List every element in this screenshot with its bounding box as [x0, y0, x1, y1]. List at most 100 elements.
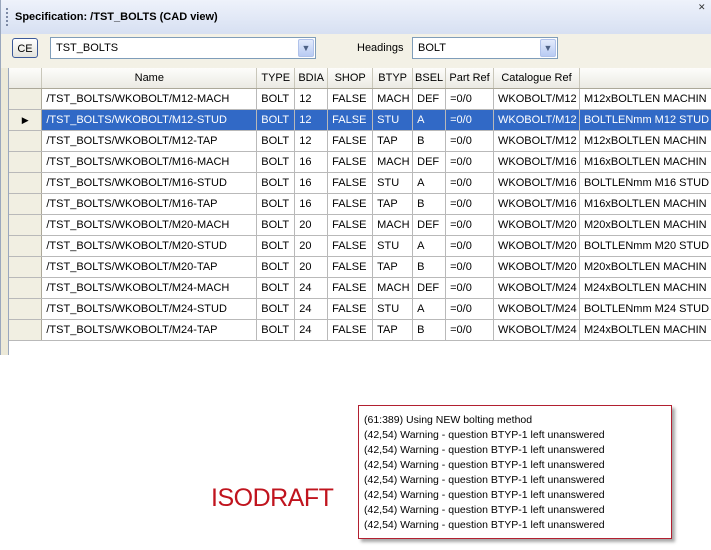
table-cell[interactable]: BOLT: [256, 277, 296, 299]
table-cell[interactable]: =0/0: [445, 298, 494, 320]
table-cell[interactable]: A: [412, 172, 447, 194]
table-cell[interactable]: B: [412, 256, 447, 278]
table-row[interactable]: /TST_BOLTS/WKOBOLT/M20-MACH BOLT 20 FALSE MA…: [9, 214, 711, 236]
table-cell[interactable]: A: [412, 109, 447, 131]
table-cell[interactable]: WKOBOLT/M20: [493, 256, 580, 278]
table-cell[interactable]: 16: [294, 172, 329, 194]
specification-select[interactable]: TST_BOLTS ▼: [50, 37, 316, 59]
table-cell[interactable]: M16xBOLTLEN MACHIN: [579, 151, 711, 173]
column-header[interactable]: BSEL: [412, 68, 447, 89]
table-cell[interactable]: B: [412, 193, 447, 215]
column-header[interactable]: [579, 68, 711, 89]
row-header[interactable]: [9, 214, 43, 236]
table-row[interactable]: /TST_BOLTS/WKOBOLT/M20-TAP BOLT 20 FALSE TAP…: [9, 256, 711, 278]
table-cell[interactable]: WKOBOLT/M20: [493, 214, 580, 236]
table-cell[interactable]: =0/0: [445, 193, 494, 215]
table-cell[interactable]: /TST_BOLTS/WKOBOLT/M16-TAP: [41, 193, 258, 215]
table-cell[interactable]: =0/0: [445, 235, 494, 257]
table-row[interactable]: /TST_BOLTS/WKOBOLT/M12-TAP BOLT 12 FALSE TAP…: [9, 130, 711, 152]
table-cell[interactable]: /TST_BOLTS/WKOBOLT/M16-MACH: [41, 151, 258, 173]
table-cell[interactable]: WKOBOLT/M20: [493, 235, 580, 257]
table-cell[interactable]: B: [412, 130, 447, 152]
column-header[interactable]: SHOP: [327, 68, 374, 89]
table-cell[interactable]: 20: [294, 214, 329, 236]
table-cell[interactable]: BOLTLENmm M12 STUD: [579, 109, 711, 131]
table-cell[interactable]: =0/0: [445, 130, 494, 152]
table-cell[interactable]: TAP: [372, 130, 414, 152]
table-cell[interactable]: M24xBOLTLEN MACHIN: [579, 319, 711, 341]
row-header[interactable]: [9, 151, 43, 173]
table-cell[interactable]: WKOBOLT/M12: [493, 109, 580, 131]
table-cell[interactable]: BOLT: [256, 298, 296, 320]
row-header[interactable]: [9, 130, 43, 152]
table-cell[interactable]: =0/0: [445, 277, 494, 299]
table-cell[interactable]: M12xBOLTLEN MACHIN: [579, 130, 711, 152]
table-cell[interactable]: WKOBOLT/M16: [493, 172, 580, 194]
table-cell[interactable]: 24: [294, 319, 329, 341]
table-cell[interactable]: BOLTLENmm M20 STUD: [579, 235, 711, 257]
table-cell[interactable]: =0/0: [445, 256, 494, 278]
table-cell[interactable]: =0/0: [445, 214, 494, 236]
table-cell[interactable]: MACH: [372, 214, 414, 236]
table-cell[interactable]: /TST_BOLTS/WKOBOLT/M24-STUD: [41, 298, 258, 320]
table-cell[interactable]: BOLT: [256, 319, 296, 341]
row-header[interactable]: [9, 256, 43, 278]
table-cell[interactable]: FALSE: [327, 172, 374, 194]
table-cell[interactable]: FALSE: [327, 319, 374, 341]
table-cell[interactable]: BOLT: [256, 151, 296, 173]
row-header[interactable]: ▶: [9, 109, 43, 131]
table-cell[interactable]: /TST_BOLTS/WKOBOLT/M20-TAP: [41, 256, 258, 278]
table-cell[interactable]: M16xBOLTLEN MACHIN: [579, 193, 711, 215]
table-cell[interactable]: BOLT: [256, 88, 296, 110]
row-header[interactable]: [9, 88, 43, 110]
table-cell[interactable]: BOLT: [256, 235, 296, 257]
table-cell[interactable]: TAP: [372, 319, 414, 341]
table-row[interactable]: /TST_BOLTS/WKOBOLT/M20-STUD BOLT 20 FALSE ST…: [9, 235, 711, 257]
table-cell[interactable]: FALSE: [327, 256, 374, 278]
table-cell[interactable]: WKOBOLT/M12: [493, 88, 580, 110]
table-cell[interactable]: FALSE: [327, 277, 374, 299]
column-header[interactable]: TYPE: [256, 68, 296, 89]
table-cell[interactable]: =0/0: [445, 319, 494, 341]
row-header[interactable]: [9, 235, 43, 257]
table-cell[interactable]: A: [412, 235, 447, 257]
table-cell[interactable]: TAP: [372, 256, 414, 278]
table-cell[interactable]: /TST_BOLTS/WKOBOLT/M12-TAP: [41, 130, 258, 152]
table-cell[interactable]: M12xBOLTLEN MACHIN: [579, 88, 711, 110]
table-cell[interactable]: /TST_BOLTS/WKOBOLT/M12-STUD: [41, 109, 258, 131]
table-cell[interactable]: BOLTLENmm M24 STUD: [579, 298, 711, 320]
table-cell[interactable]: TAP: [372, 193, 414, 215]
table-cell[interactable]: /TST_BOLTS/WKOBOLT/M20-MACH: [41, 214, 258, 236]
drag-grip-icon[interactable]: [6, 8, 8, 26]
table-cell[interactable]: DEF: [412, 88, 447, 110]
column-header[interactable]: Catalogue Ref: [493, 68, 580, 89]
chevron-down-icon[interactable]: ▼: [298, 39, 314, 57]
table-cell[interactable]: FALSE: [327, 193, 374, 215]
table-cell[interactable]: STU: [372, 298, 414, 320]
table-cell[interactable]: BOLT: [256, 109, 296, 131]
row-header[interactable]: [9, 193, 43, 215]
table-cell[interactable]: WKOBOLT/M12: [493, 130, 580, 152]
table-cell[interactable]: /TST_BOLTS/WKOBOLT/M12-MACH: [41, 88, 258, 110]
table-row[interactable]: /TST_BOLTS/WKOBOLT/M24-MACH BOLT 24 FALSE MA…: [9, 277, 711, 299]
table-cell[interactable]: WKOBOLT/M24: [493, 319, 580, 341]
table-cell[interactable]: 12: [294, 130, 329, 152]
chevron-down-icon[interactable]: ▼: [540, 39, 556, 57]
table-row[interactable]: ▶ /TST_BOLTS/WKOBOLT/M12-STUD BOLT 12 FALSE S…: [9, 109, 711, 131]
column-header[interactable]: Name: [41, 68, 258, 89]
table-cell[interactable]: 12: [294, 109, 329, 131]
table-row[interactable]: /TST_BOLTS/WKOBOLT/M12-MACH BOLT 12 FALSE MA…: [9, 88, 711, 110]
table-cell[interactable]: =0/0: [445, 109, 494, 131]
row-header[interactable]: [9, 298, 43, 320]
table-cell[interactable]: STU: [372, 235, 414, 257]
table-cell[interactable]: FALSE: [327, 130, 374, 152]
table-cell[interactable]: BOLT: [256, 256, 296, 278]
table-cell[interactable]: FALSE: [327, 235, 374, 257]
table-cell[interactable]: 16: [294, 193, 329, 215]
table-cell[interactable]: 24: [294, 298, 329, 320]
table-cell[interactable]: M24xBOLTLEN MACHIN: [579, 277, 711, 299]
table-cell[interactable]: STU: [372, 109, 414, 131]
column-header[interactable]: Part Ref: [445, 68, 494, 89]
table-cell[interactable]: DEF: [412, 277, 447, 299]
table-cell[interactable]: 12: [294, 88, 329, 110]
